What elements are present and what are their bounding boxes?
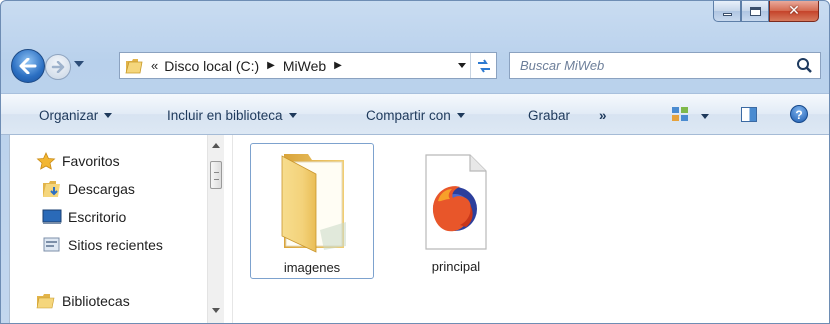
command-bar: Organizar Incluir en biblioteca Comparti… <box>1 93 829 135</box>
breadcrumb-overflow[interactable]: « <box>151 58 158 73</box>
content-area: Favoritos Descargas Escritorio Sitios re… <box>9 135 829 323</box>
chevron-down-icon <box>288 113 297 118</box>
file-list: imagenes principal <box>242 135 829 323</box>
minimize-icon <box>722 12 732 16</box>
chevron-down-icon <box>104 113 113 118</box>
refresh-icon <box>477 58 490 73</box>
share-label: Compartir con <box>366 108 451 123</box>
star-icon <box>36 152 56 170</box>
minimize-button[interactable] <box>713 1 741 22</box>
burn-button[interactable]: Grabar <box>528 108 570 123</box>
nav-item-recent[interactable]: Sitios recientes <box>42 235 163 255</box>
close-button[interactable]: ✕ <box>769 1 819 22</box>
nav-item-desktop[interactable]: Escritorio <box>42 207 126 227</box>
libraries-icon <box>36 292 56 310</box>
search-input[interactable]: Buscar MiWeb <box>510 58 795 73</box>
forward-button[interactable] <box>45 54 71 80</box>
address-history-dropdown[interactable] <box>458 63 466 68</box>
caption-buttons: ✕ <box>713 1 819 23</box>
folder-icon <box>125 58 143 74</box>
nav-item-libraries[interactable]: Bibliotecas <box>36 291 130 311</box>
file-item-html[interactable]: principal <box>394 143 518 279</box>
navigation-pane: Favoritos Descargas Escritorio Sitios re… <box>10 135 232 323</box>
search-box[interactable]: Buscar MiWeb <box>509 52 821 79</box>
nav-item-downloads[interactable]: Descargas <box>42 179 135 199</box>
organize-menu[interactable]: Organizar <box>39 108 113 123</box>
folder-icon <box>281 154 346 253</box>
nav-label: Bibliotecas <box>62 293 130 309</box>
view-options-dropdown[interactable] <box>701 114 709 119</box>
breadcrumb-arrow-icon[interactable]: ▶ <box>334 60 342 71</box>
file-item-folder[interactable]: imagenes <box>250 143 374 279</box>
breadcrumb-disk[interactable]: Disco local (C:) <box>164 58 259 74</box>
firefox-document-icon <box>425 154 487 250</box>
address-bar[interactable]: « Disco local (C:) ▶ MiWeb ▶ <box>119 52 497 79</box>
scroll-up-icon[interactable] <box>212 143 220 148</box>
search-icon[interactable] <box>795 56 815 76</box>
nav-pane-scrollbar[interactable] <box>207 135 224 323</box>
breadcrumb-arrow-icon[interactable]: ▶ <box>267 60 275 71</box>
preview-pane-icon[interactable] <box>741 107 757 122</box>
maximize-button[interactable] <box>741 1 769 22</box>
recent-places-icon <box>42 236 62 254</box>
chevron-down-icon <box>456 113 465 118</box>
nav-label: Descargas <box>68 181 135 197</box>
recent-pages-dropdown[interactable] <box>74 61 84 67</box>
view-options-icon[interactable] <box>672 107 688 121</box>
breadcrumb-folder[interactable]: MiWeb <box>283 58 326 74</box>
nav-label: Escritorio <box>68 209 127 225</box>
explorer-window: ✕ « Disco local (C:) ▶ MiWeb ▶ Buscar Mi… <box>0 0 830 324</box>
forward-arrow-icon <box>51 61 65 73</box>
file-name: imagenes <box>283 260 341 275</box>
nav-item-favorites[interactable]: Favoritos <box>36 151 120 171</box>
navigation-row: « Disco local (C:) ▶ MiWeb ▶ Buscar MiWe… <box>11 49 823 83</box>
scrollbar-thumb[interactable] <box>210 161 222 189</box>
share-with-menu[interactable]: Compartir con <box>366 108 465 123</box>
nav-label: Sitios recientes <box>68 237 163 253</box>
downloads-folder-icon <box>42 180 62 198</box>
include-in-library-menu[interactable]: Incluir en biblioteca <box>167 108 297 123</box>
pane-divider[interactable] <box>232 135 233 323</box>
refresh-button[interactable] <box>470 53 496 78</box>
help-icon[interactable]: ? <box>790 105 808 123</box>
back-button[interactable] <box>11 49 45 83</box>
back-arrow-icon <box>19 58 37 74</box>
nav-label: Favoritos <box>62 153 120 169</box>
close-icon: ✕ <box>788 3 800 19</box>
scroll-down-icon[interactable] <box>212 308 220 313</box>
desktop-icon <box>42 208 62 226</box>
more-commands-button[interactable]: » <box>599 108 607 123</box>
organize-label: Organizar <box>39 108 99 123</box>
include-label: Incluir en biblioteca <box>167 108 283 123</box>
maximize-icon <box>749 6 761 16</box>
file-name: principal <box>431 259 481 274</box>
